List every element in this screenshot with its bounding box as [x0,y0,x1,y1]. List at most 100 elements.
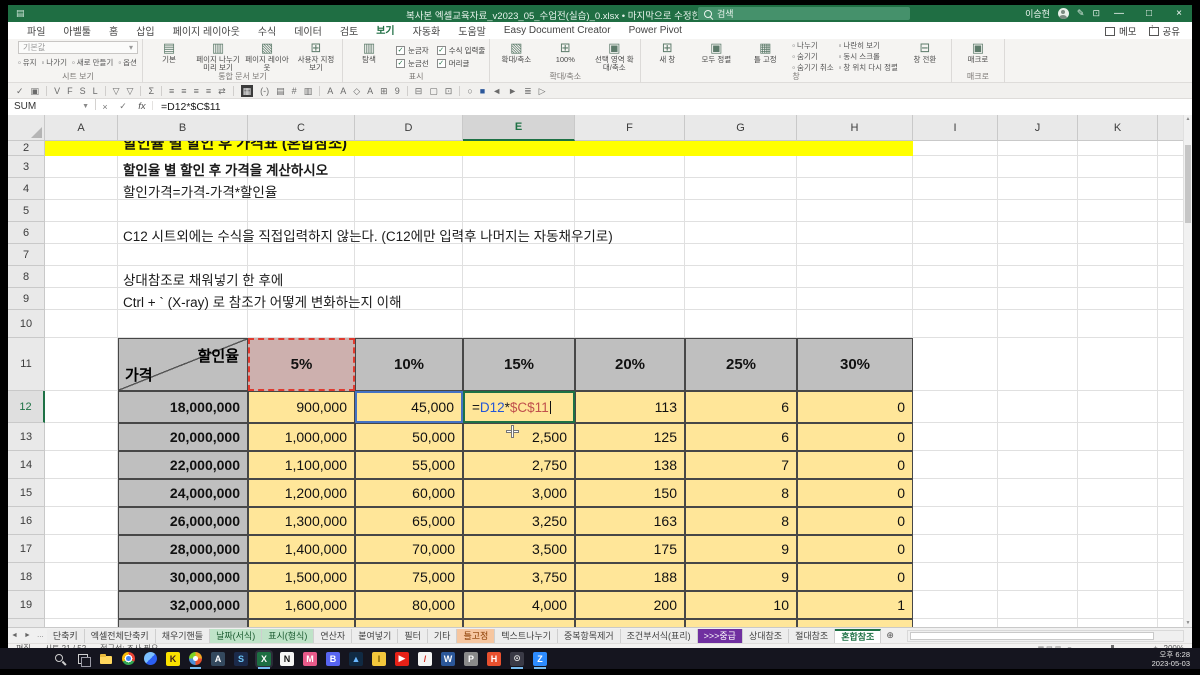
cell-G4[interactable] [685,178,797,200]
brackets-icon[interactable]: (-) [260,85,269,97]
cell-J2[interactable] [998,141,1078,156]
cell-D4[interactable] [355,178,463,200]
cell-J12[interactable] [998,391,1078,423]
cell-K15[interactable] [1078,479,1158,507]
sheet-tab-날짜(서식)[interactable]: 날짜(서식) [210,629,262,643]
sheet-tab-엑셀전체단축키[interactable]: 엑셀전체단축키 [85,629,156,643]
cell-I17[interactable] [913,535,998,563]
cell-I3[interactable] [913,156,998,178]
cell-I20[interactable] [913,619,998,627]
start-button-icon[interactable] [30,652,44,666]
tab-보기[interactable]: 보기 [367,20,403,41]
excel-icon[interactable]: X [257,652,271,666]
value-cell-F12[interactable]: 113 [575,391,685,423]
cell-D5[interactable] [355,200,463,222]
tab-데이터[interactable]: 데이터 [285,21,331,40]
cell-E5[interactable] [463,200,575,222]
row-header-2[interactable]: 2 [8,141,45,156]
comma-style-icon[interactable]: 9 [395,85,400,97]
miricanvas-icon[interactable]: M [303,652,317,666]
sheet-tab-채우기핸들[interactable]: 채우기핸들 [156,629,210,643]
cell-J17[interactable] [998,535,1078,563]
row-header-16[interactable]: 16 [8,507,45,535]
share-button[interactable]: 공유 [1149,24,1180,38]
cell-X15[interactable] [1158,479,1185,507]
cell-X17[interactable] [1158,535,1185,563]
tab-nav-…[interactable]: … [34,632,47,639]
settings-icon[interactable]: ⊙ [510,652,524,666]
row-header-12[interactable]: 12 [8,391,45,423]
column-header-G[interactable]: G [685,115,797,141]
l-tool-icon[interactable]: L [93,85,98,97]
value-cell-F20[interactable]: 213 [575,619,685,627]
scroll-down-arrow[interactable]: ▼ [1184,620,1192,626]
price-cell-B19[interactable]: 32,000,000 [118,591,248,619]
value-cell-G20[interactable]: 11 [685,619,797,627]
cell-K14[interactable] [1078,451,1158,479]
value-cell-F17[interactable]: 175 [575,535,685,563]
value-cell-D13[interactable]: 50,000 [355,423,463,451]
price-cell-B15[interactable]: 24,000,000 [118,479,248,507]
cell-X13[interactable] [1158,423,1185,451]
cell-H9[interactable] [797,288,913,310]
cell-J11[interactable] [998,338,1078,391]
task-view-icon[interactable] [76,652,90,666]
cell-I6[interactable] [913,222,998,244]
zoom-icon[interactable]: Z [533,652,547,666]
checkbox-눈금자[interactable]: ✓눈금자 [396,45,429,56]
row-header-20[interactable]: 20 [8,619,45,627]
value-cell-C18[interactable]: 1,500,000 [248,563,355,591]
ribbon-button-탐색[interactable]: ▥탐색 [347,41,391,64]
vertical-scrollbar[interactable]: ▲▼ [1183,115,1192,627]
cell-I9[interactable] [913,288,998,310]
cell-K6[interactable] [1078,222,1158,244]
cell-X14[interactable] [1158,451,1185,479]
cell-K18[interactable] [1078,563,1158,591]
whale-browser-icon[interactable] [144,652,157,665]
note-B9[interactable]: Ctrl + ` (X-ray) 로 참조가 어떻게 변화하는지 이해 [123,291,402,311]
cell-J4[interactable] [998,178,1078,200]
paste-icon[interactable]: ▣ [31,85,40,97]
value-cell-C15[interactable]: 1,200,000 [248,479,355,507]
taskbar-clock[interactable]: 오후 6:28 2023-05-03 [1152,650,1190,668]
value-cell-D16[interactable]: 65,000 [355,507,463,535]
value-cell-H20[interactable]: 1 [797,619,913,627]
cell-G9[interactable] [685,288,797,310]
cell-I12[interactable] [913,391,998,423]
ribbon-button-사용자 지정 보기[interactable]: ⊞사용자 지정 보기 [294,41,338,72]
cell-F8[interactable] [575,266,685,288]
pen-icon[interactable]: / [418,652,432,666]
rows-icon[interactable]: ≣ [524,85,532,97]
value-cell-E14[interactable]: 2,750 [463,451,575,479]
column-header-blank[interactable] [1158,115,1185,141]
cell-E9[interactable] [463,288,575,310]
cell-H8[interactable] [797,266,913,288]
price-cell-B14[interactable]: 22,000,000 [118,451,248,479]
cell-A20[interactable] [45,619,118,627]
row-header-10[interactable]: 10 [8,310,45,338]
value-cell-G18[interactable]: 9 [685,563,797,591]
row-header-14[interactable]: 14 [8,451,45,479]
cell-X8[interactable] [1158,266,1185,288]
cell-X2[interactable] [1158,141,1185,156]
name-manager-icon[interactable]: ▤ [276,85,285,97]
ribbon-button-숨기기[interactable]: ▫ 숨기기 [792,52,833,61]
close-button[interactable]: × [1168,5,1190,22]
value-cell-H13[interactable]: 0 [797,423,913,451]
cell-J5[interactable] [998,200,1078,222]
sheet-tab-조건부서식(표리)[interactable]: 조건부서식(표리) [621,629,698,643]
value-cell-H15[interactable]: 0 [797,479,913,507]
column-header-J[interactable]: J [998,115,1078,141]
cell-G8[interactable] [685,266,797,288]
cell-K12[interactable] [1078,391,1158,423]
value-cell-E15[interactable]: 3,000 [463,479,575,507]
column-header-E[interactable]: E [463,115,575,141]
beecanvas-icon[interactable]: B [326,652,340,666]
column-header-F[interactable]: F [575,115,685,141]
price-cell-B16[interactable]: 26,000,000 [118,507,248,535]
cell-A13[interactable] [45,423,118,451]
cell-C7[interactable] [248,244,355,266]
cell-H10[interactable] [797,310,913,338]
cell-X5[interactable] [1158,200,1185,222]
horizontal-scrollbar[interactable] [907,630,1184,642]
